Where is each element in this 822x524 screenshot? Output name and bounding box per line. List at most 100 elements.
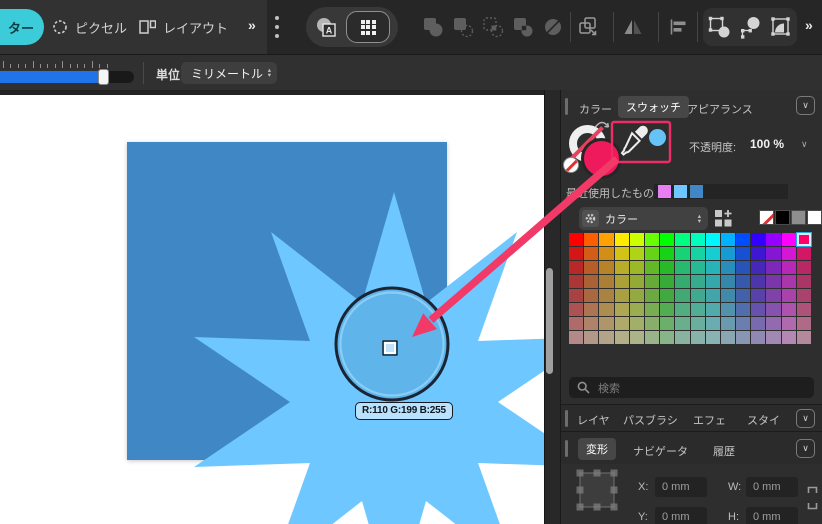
swatch-cell[interactable] [645,233,659,246]
anchor-point-selector-icon[interactable] [573,468,621,524]
swatch-cell[interactable] [691,233,705,246]
swatch-cell[interactable] [645,303,659,316]
swatch-cell[interactable] [782,261,796,274]
swatch-cell[interactable] [645,289,659,302]
picked-color-dot[interactable] [649,129,666,146]
mirror-icon[interactable] [622,16,644,38]
tab-color[interactable]: カラー [579,101,612,117]
swatch-cell[interactable] [721,247,735,260]
swatch-cell[interactable] [675,331,689,344]
swatch-cell[interactable] [751,317,765,330]
swatch-cell[interactable] [615,303,629,316]
swatch-cell[interactable] [751,233,765,246]
x-input[interactable]: 0 mm [655,477,707,497]
swatch-cell[interactable] [599,247,613,260]
swatch-cell[interactable] [736,289,750,302]
swatch-cell[interactable] [782,233,796,246]
swatch-cell[interactable] [766,317,780,330]
swatch-cell[interactable] [599,275,613,288]
tab-styles[interactable]: スタイ [747,412,780,428]
swatch-cell[interactable] [782,275,796,288]
insert-behind-icon[interactable] [769,15,793,39]
swatch-cell[interactable] [691,303,705,316]
swatch-#ffffff[interactable] [807,210,822,225]
duplicate-icon[interactable] [577,16,599,38]
swatch-cell[interactable] [584,303,598,316]
panel-options-chevron[interactable]: ∨ [796,409,815,428]
swatch-cell[interactable] [721,233,735,246]
h-input[interactable]: 0 mm [746,507,798,524]
swatch-cell[interactable] [766,247,780,260]
swatch-cell[interactable] [691,247,705,260]
swatch-cell[interactable] [630,317,644,330]
swatch-cell[interactable] [615,247,629,260]
swatch-cell[interactable] [675,247,689,260]
swatch-cell[interactable] [766,261,780,274]
swatch-cell[interactable] [569,247,583,260]
tab-appearance[interactable]: アピアランス [687,101,753,117]
swatch-cell[interactable] [691,289,705,302]
boolean-subtract-icon[interactable] [452,16,474,38]
swatch-cell[interactable] [615,275,629,288]
swatch-cell[interactable] [782,331,796,344]
swatch-cell[interactable] [569,233,583,246]
swatch-cell[interactable] [736,317,750,330]
swatch-cell[interactable] [599,261,613,274]
link-dimensions-icon[interactable] [806,485,819,513]
swatch-cell[interactable] [599,317,613,330]
align-icon[interactable] [668,16,690,38]
swatch-cell[interactable] [766,289,780,302]
swatch-cell[interactable] [615,289,629,302]
swatch-cell[interactable] [630,261,644,274]
swatch-cell[interactable] [584,275,598,288]
swatch-#000000[interactable] [775,210,790,225]
boolean-intersect-icon[interactable] [482,16,504,38]
swatch-cell[interactable] [584,331,598,344]
swatch-cell[interactable] [736,261,750,274]
panel-drag-grip[interactable] [565,440,568,457]
swatch-cell[interactable] [691,261,705,274]
swatch-cell[interactable] [584,247,598,260]
swatch-cell[interactable] [645,247,659,260]
boolean-xor-icon[interactable] [512,16,534,38]
swatch-cell[interactable] [751,247,765,260]
swatch-cell[interactable] [706,261,720,274]
insert-node-icon[interactable] [738,15,762,39]
palette-gear-icon[interactable] [582,210,599,227]
panel-options-chevron[interactable]: ∨ [796,96,815,115]
boolean-add-icon[interactable] [422,16,444,38]
tab-history[interactable]: 履歴 [713,443,735,459]
swatch-cell[interactable] [675,317,689,330]
swatch-cell[interactable] [736,275,750,288]
swatch-cell[interactable] [615,261,629,274]
swatch-cell[interactable] [569,303,583,316]
swatch-cell[interactable] [615,317,629,330]
tab-path-brushes[interactable]: パスブラシ [623,412,678,428]
swatch-cell[interactable] [751,289,765,302]
swatch-cell[interactable] [630,247,644,260]
grid-view-button[interactable] [346,11,390,43]
swatch-cell[interactable] [706,289,720,302]
swatch-none[interactable] [759,210,774,225]
swatch-cell[interactable] [706,275,720,288]
swatch-cell[interactable] [660,233,674,246]
y-input[interactable]: 0 mm [655,507,707,524]
swatch-cell[interactable] [660,261,674,274]
swatch-cell[interactable] [615,331,629,344]
swatch-cell[interactable] [660,247,674,260]
swatch-cell[interactable] [782,247,796,260]
swatch-cell[interactable] [630,331,644,344]
swatch-cell[interactable] [675,233,689,246]
selection-center-handle[interactable] [385,343,395,353]
swatch-cell[interactable] [691,275,705,288]
swatch-cell[interactable] [584,233,598,246]
recent-swatch[interactable] [658,185,671,198]
recent-swatch[interactable] [690,185,703,198]
tab-transform[interactable]: 変形 [578,438,616,460]
swatch-cell[interactable] [660,303,674,316]
canvas-vertical-scrollbar[interactable] [546,268,553,374]
swatch-cell[interactable] [569,331,583,344]
swatch-cell[interactable] [584,289,598,302]
add-swatch-icon[interactable] [713,208,735,230]
swatch-cell[interactable] [766,275,780,288]
